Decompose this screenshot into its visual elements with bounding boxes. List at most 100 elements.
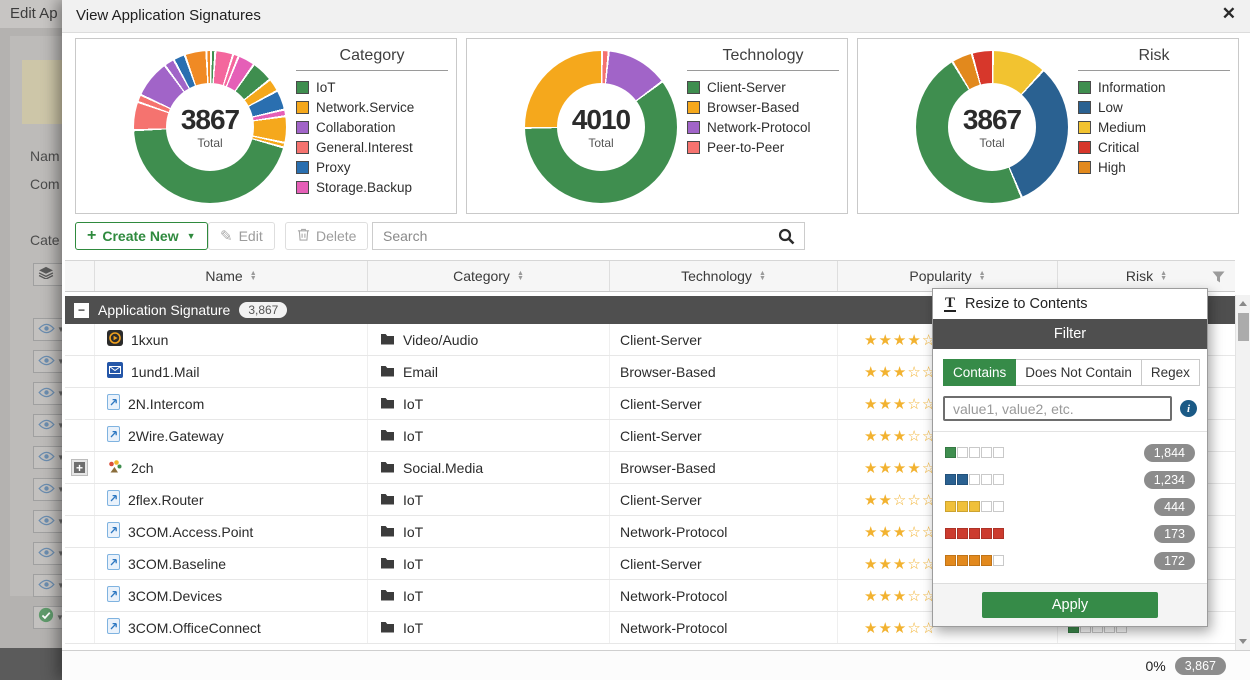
doc-icon [107,426,120,445]
star-filled-icon: ★ [864,459,879,477]
apply-button[interactable]: Apply [982,592,1158,618]
name-cell: 1kxun [95,324,368,355]
risk-donut: 3867 Total [916,51,1068,203]
technology-value: Network-Protocol [620,587,728,604]
star-filled-icon: ★ [864,331,879,349]
star-filled-icon: ★ [878,555,893,573]
legend-item: Critical [1078,140,1230,155]
app-name: 3COM.OfficeConnect [128,619,261,636]
legend-swatch [296,121,309,134]
technology-value: Client-Server [620,427,702,444]
star-empty-icon: ☆ [907,395,922,413]
legend-swatch [687,81,700,94]
pencil-icon: ✎ [220,228,233,245]
create-new-label: Create New [102,228,179,244]
edit-label: Edit [238,228,263,244]
risk-filter-option[interactable]: 444 [945,493,1195,520]
star-filled-icon: ★ [864,491,879,509]
star-filled-icon: ★ [892,459,908,477]
info-icon[interactable]: i [1180,400,1197,417]
category-cell: Video/Audio [368,324,610,355]
folder-icon [380,620,395,636]
collapse-icon[interactable]: − [74,302,89,318]
legend-swatch [1078,161,1091,174]
legend-label: Network-Protocol [707,120,811,135]
background-page-title: Edit Ap [0,0,70,28]
technology-value: Network-Protocol [620,523,728,540]
column-header-name[interactable]: Name ▲ ▼ [95,261,368,291]
legend-item: Information [1078,80,1230,95]
scrollbar-thumb[interactable] [1238,313,1249,341]
star-empty-icon: ☆ [907,523,922,541]
risk-filter-option[interactable]: 1,844 [945,439,1195,466]
category-cell: IoT [368,388,610,419]
star-filled-icon: ★ [878,331,893,349]
app-name: 1und1.Mail [131,363,200,380]
technology-cell: Network-Protocol [610,612,838,643]
star-filled-icon: ★ [907,331,922,349]
legend-label: Information [1098,80,1166,95]
category-value: IoT [403,619,424,636]
star-filled-icon: ★ [878,427,893,445]
star-filled-icon: ★ [864,555,879,573]
category-cell: IoT [368,484,610,515]
technology-cell: Browser-Based [610,356,838,387]
filter-value-input[interactable] [943,396,1172,421]
row-expander-cell [65,420,95,451]
legend-item: IoT [296,80,448,95]
technology-value: Client-Server [620,331,702,348]
scroll-down-icon[interactable] [1239,639,1247,644]
search-input[interactable] [373,228,768,244]
option-count-badge: 1,234 [1143,470,1195,489]
tab-contains[interactable]: Contains [943,359,1017,386]
risk-option-list: 1,844 1,234 444 173 172 [933,431,1207,577]
apply-row: Apply [933,583,1207,626]
close-icon[interactable]: ✕ [1222,4,1236,24]
risk-filter-option[interactable]: 1,234 [945,466,1195,493]
star-filled-icon: ★ [892,395,908,413]
category-value: Email [403,363,439,380]
tab-does-not-contain[interactable]: Does Not Contain [1016,359,1142,386]
tab-regex[interactable]: Regex [1141,359,1200,386]
risk-filter-option[interactable]: 172 [945,547,1195,574]
category-value: IoT [403,587,424,604]
doc-icon [107,554,120,573]
filter-icon[interactable] [1211,270,1226,287]
technology-cell: Client-Server [610,548,838,579]
column-header-popularity[interactable]: Popularity ▲ ▼ [838,261,1058,291]
legend-item: Low [1078,100,1230,115]
folder-icon [380,588,395,604]
delete-button[interactable]: Delete [285,222,369,250]
create-new-button[interactable]: + Create New ▼ [75,222,208,250]
technology-legend-title: Technology [687,47,839,71]
column-header-risk[interactable]: Risk ▲ ▼ [1058,261,1235,291]
expand-icon[interactable]: + [71,459,88,476]
category-total: 3867 [180,104,240,135]
column-header-technology[interactable]: Technology ▲ ▼ [610,261,838,291]
table-scrollbar[interactable] [1235,295,1250,650]
name-cell: 2Wire.Gateway [95,420,368,451]
technology-total-label: Total [588,136,614,150]
search-icon[interactable] [768,228,804,245]
star-filled-icon: ★ [878,587,893,605]
option-count-badge: 172 [1154,551,1195,570]
name-cell: 1und1.Mail [95,356,368,387]
resize-to-contents-item[interactable]: T Resize to Contents [933,289,1207,319]
risk-total-label: Total [979,136,1005,150]
option-count-badge: 173 [1154,524,1195,543]
eye-icon [38,545,55,563]
column-header-category[interactable]: Category ▲ ▼ [368,261,610,291]
eye-icon [38,449,55,467]
star-filled-icon: ★ [864,427,879,445]
sort-icon: ▲ ▼ [758,270,766,282]
star-filled-icon: ★ [892,363,908,381]
scroll-up-icon[interactable] [1239,301,1247,306]
text-width-icon: T [944,294,957,312]
technology-donut: 4010 Total [525,51,677,203]
edit-button[interactable]: ✎ Edit [208,222,275,250]
risk-filter-option[interactable]: 173 [945,520,1195,547]
legend-swatch [296,161,309,174]
row-expander-cell [65,516,95,547]
group-label: Application Signature [98,302,231,318]
category-value: IoT [403,427,424,444]
